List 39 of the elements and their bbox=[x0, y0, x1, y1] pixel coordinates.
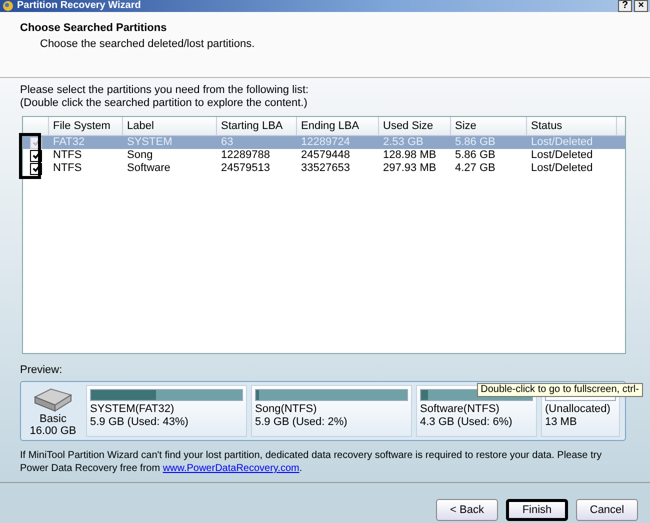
partition-info: 4.3 GB (Used: 6%) bbox=[420, 416, 514, 429]
table-cell-text: Song bbox=[126, 149, 154, 162]
table-cell-text: 33527653 bbox=[300, 162, 351, 175]
partition-info: 5.9 GB (Used: 2%) bbox=[255, 416, 348, 429]
preview-label: Preview: bbox=[20, 364, 64, 376]
partition-name: Song(NTFS) bbox=[255, 403, 318, 416]
partition-info: 5.9 GB (Used: 43%) bbox=[90, 416, 190, 429]
window-title: Partition Recovery Wizard bbox=[17, 0, 141, 12]
table-cell-text: 24579448 bbox=[300, 149, 351, 162]
table-cell-text: Software bbox=[126, 162, 172, 175]
partition-name: (Unallocated) bbox=[545, 403, 612, 416]
instruction-text: (Double click the searched partition to explore the content.) bbox=[20, 97, 308, 110]
page-title: Choose Searched Partitions bbox=[20, 22, 168, 34]
table-cell-text: Lost/Deleted bbox=[530, 136, 594, 149]
table-cell-text: 12289788 bbox=[220, 149, 271, 162]
page-subtitle: Choose the searched deleted/lost partitions. bbox=[39, 38, 256, 50]
table-cell-text: 63 bbox=[220, 136, 234, 149]
table-cell-text: Lost/Deleted bbox=[530, 149, 594, 162]
partition-name: SYSTEM(FAT32) bbox=[90, 403, 176, 416]
disk-type: Basic bbox=[40, 413, 66, 425]
table-cell-text: 297.93 MB bbox=[382, 162, 438, 175]
table-cell-text: 4.27 GB bbox=[454, 162, 496, 175]
table-cell-text: Lost/Deleted bbox=[530, 162, 594, 175]
table-cell-text: 12289724 bbox=[300, 136, 351, 149]
table-cell-text: 5.86 GB bbox=[454, 136, 496, 149]
partition-info: 13 MB bbox=[545, 416, 578, 429]
table-cell-text: SYSTEM bbox=[126, 136, 174, 149]
disk-size: 16.00 GB bbox=[30, 425, 76, 437]
table-cell-text: 5.86 GB bbox=[454, 149, 496, 162]
tooltip: Double-click to go to fullscreen, ctrl- bbox=[476, 383, 643, 397]
instruction-text: Please select the partitions you need from the following list: bbox=[20, 84, 310, 97]
table-cell-text: 2.53 GB bbox=[382, 136, 424, 149]
table-cell-text: 24579513 bbox=[220, 162, 271, 175]
partition-name: Software(NTFS) bbox=[420, 403, 500, 416]
table-cell-text: FAT32 bbox=[52, 136, 86, 149]
table-cell-text: NTFS bbox=[52, 149, 83, 162]
note-text: If MiniTool Partition Wizard can't find your lost partition, dedicated data recovery software is required to restore your data. Please try Power Data Recovery free from www.PowerDataRecovery.com. bbox=[20, 449, 603, 475]
table-cell-text: 128.98 MB bbox=[382, 149, 438, 162]
table-cell-text: NTFS bbox=[52, 162, 83, 175]
